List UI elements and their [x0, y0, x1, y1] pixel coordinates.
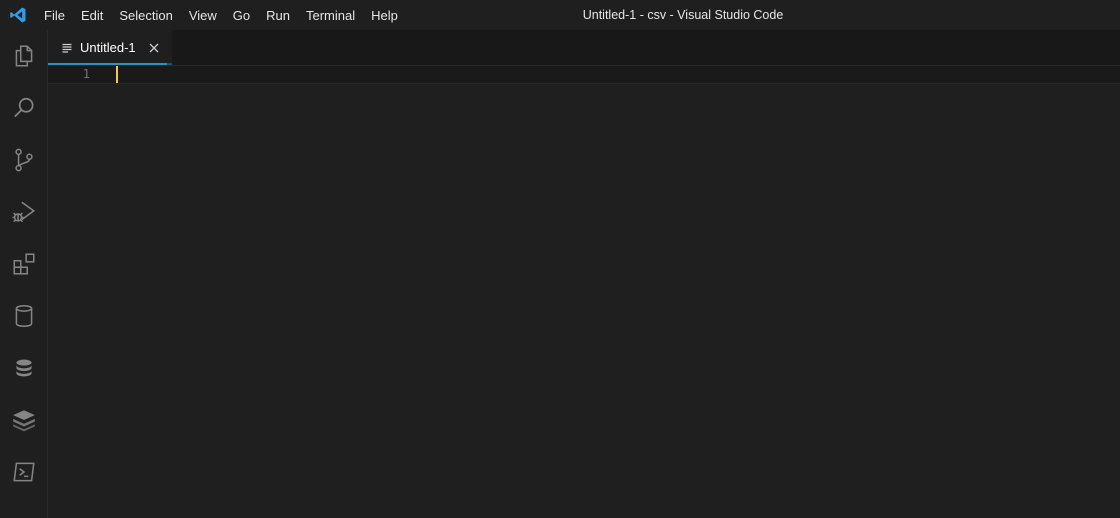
- activity-bar: [0, 30, 48, 518]
- layers-icon: [13, 410, 35, 432]
- extensions-button[interactable]: [0, 238, 48, 290]
- menu-run[interactable]: Run: [258, 0, 298, 30]
- tab-untitled-1[interactable]: Untitled-1: [48, 30, 172, 65]
- run-debug-icon: [12, 201, 36, 223]
- title-bar: File Edit Selection View Go Run Terminal…: [0, 0, 1120, 30]
- source-control-icon: [15, 148, 33, 172]
- menu-selection[interactable]: Selection: [111, 0, 180, 30]
- files-icon: [15, 45, 33, 67]
- extensions-icon: [13, 253, 35, 275]
- menu-file[interactable]: File: [36, 0, 73, 30]
- tab-bar: Untitled-1: [48, 30, 1120, 65]
- current-line-highlight: [48, 65, 1120, 84]
- database-stack-button[interactable]: [0, 342, 48, 394]
- explorer-button[interactable]: [0, 30, 48, 82]
- search-button[interactable]: [0, 82, 48, 134]
- search-icon: [14, 97, 34, 118]
- text-editor[interactable]: 1: [48, 65, 1120, 518]
- database-icon: [15, 304, 33, 328]
- menu-view[interactable]: View: [181, 0, 225, 30]
- layers-button[interactable]: [0, 394, 48, 446]
- vscode-logo-icon[interactable]: [0, 0, 36, 30]
- editor-area: Untitled-1 1: [48, 30, 1120, 518]
- menu-bar: File Edit Selection View Go Run Terminal…: [36, 0, 406, 30]
- terminal-button[interactable]: [0, 446, 48, 498]
- menu-go[interactable]: Go: [225, 0, 258, 30]
- menu-terminal[interactable]: Terminal: [298, 0, 363, 30]
- close-icon[interactable]: [146, 40, 162, 56]
- menu-help[interactable]: Help: [363, 0, 406, 30]
- menu-edit[interactable]: Edit: [73, 0, 111, 30]
- plaintext-file-icon: [62, 42, 74, 54]
- tab-label: Untitled-1: [80, 40, 136, 55]
- text-cursor: [116, 66, 118, 83]
- run-debug-button[interactable]: [0, 186, 48, 238]
- terminal-icon: [13, 462, 35, 482]
- line-number: 1: [82, 67, 90, 81]
- database-button[interactable]: [0, 290, 48, 342]
- database-stack-icon: [16, 359, 32, 377]
- source-control-button[interactable]: [0, 134, 48, 186]
